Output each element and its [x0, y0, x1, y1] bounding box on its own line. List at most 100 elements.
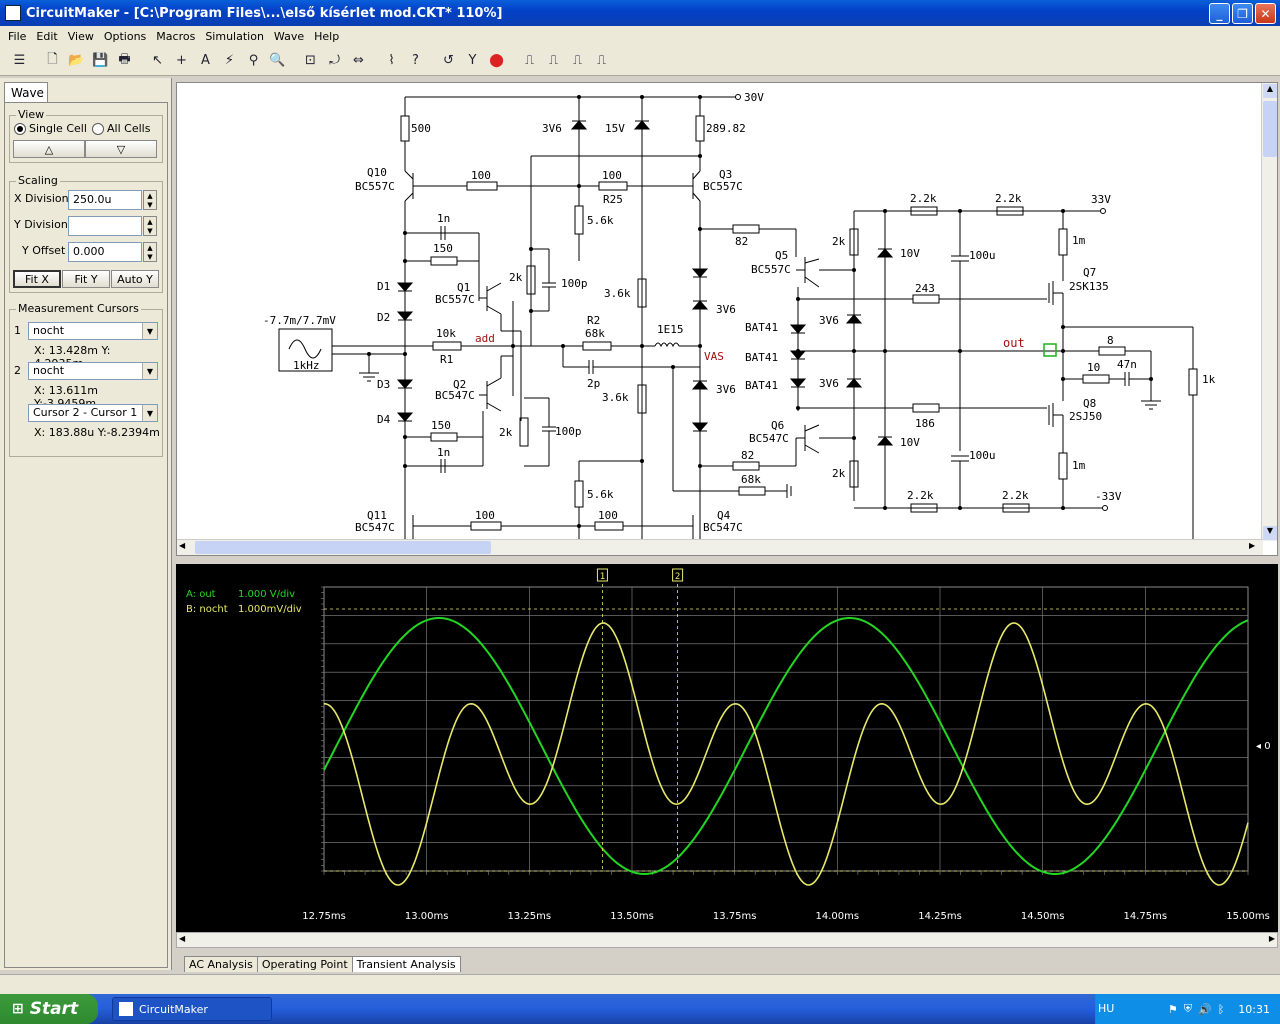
x-tick-label: 13.50ms	[610, 911, 654, 922]
waveform-horizontal-scrollbar[interactable]: ◀ ▶	[176, 932, 1278, 948]
view-down-button[interactable]: ▽	[85, 140, 157, 158]
svg-text:add: add	[475, 332, 495, 345]
schematic-vertical-scrollbar[interactable]: ▲ ▼	[1261, 83, 1277, 541]
fit-icon[interactable]: ⊡	[299, 50, 322, 72]
svg-text:Q8: Q8	[1083, 397, 1096, 410]
auto-y-button[interactable]: Auto Y	[111, 270, 159, 288]
scroll-right-icon[interactable]: ▶	[1249, 541, 1261, 554]
y-offset-input[interactable]: 0.000	[68, 242, 142, 262]
arrow-tool-icon[interactable]: ↖	[146, 50, 169, 72]
app-icon	[119, 1002, 133, 1016]
cursor2-index: 2	[14, 364, 21, 377]
security-icon[interactable]: ⛨	[1184, 1002, 1192, 1016]
language-indicator[interactable]: HU	[1098, 1002, 1114, 1015]
svg-text:100u: 100u	[969, 449, 996, 462]
mirror-icon[interactable]: ⇔	[347, 50, 370, 72]
fit-x-button[interactable]: Fit X	[13, 270, 61, 288]
x-division-input[interactable]: 250.0u	[68, 190, 142, 210]
bluetooth-icon[interactable]: ᛒ	[1218, 1003, 1225, 1016]
svg-text:3V6: 3V6	[819, 377, 839, 390]
tab-operating-point[interactable]: Operating Point	[256, 956, 353, 972]
print-icon[interactable]: 🖶	[113, 50, 136, 72]
svg-text:BAT41: BAT41	[745, 321, 778, 334]
save-icon[interactable]: 💾	[89, 50, 112, 72]
single-cell-radio[interactable]: Single Cell	[14, 122, 87, 135]
waveform-viewer[interactable]: A: out 1.000 V/div B: nocht 1.000mV/div …	[176, 564, 1278, 932]
y-offset-label: Y Offset	[22, 244, 66, 257]
waveform-icon[interactable]: ⎍	[566, 50, 589, 72]
y-division-input[interactable]	[68, 216, 142, 236]
wave-tool-icon[interactable]: ⌇	[380, 50, 403, 72]
svg-text:R25: R25	[603, 193, 623, 206]
stop-icon[interactable]: ⬤	[485, 50, 508, 72]
x-tick-label: 14.75ms	[1124, 911, 1168, 922]
bus-tool-icon[interactable]: ⚡	[218, 50, 241, 72]
menu-help[interactable]: Help	[309, 30, 344, 43]
parts-icon[interactable]: ☰	[8, 50, 31, 72]
x-tick-label: 13.25ms	[508, 911, 552, 922]
menu-simulation[interactable]: Simulation	[200, 30, 269, 43]
help-icon[interactable]: ?	[404, 50, 427, 72]
status-bar	[0, 974, 1280, 994]
tab-ac-analysis[interactable]: AC Analysis	[184, 956, 258, 972]
svg-text:-7.7m/7.7mV: -7.7m/7.7mV	[263, 314, 336, 327]
svg-text:3V6: 3V6	[716, 383, 736, 396]
menu-view[interactable]: View	[63, 30, 99, 43]
x-tick-label: 14.00ms	[816, 911, 860, 922]
fit-y-button[interactable]: Fit Y	[62, 270, 110, 288]
legend-a-name: A: out	[186, 589, 216, 600]
start-button[interactable]: ⊞ Start	[0, 994, 98, 1024]
open-folder-icon[interactable]: 📂	[65, 50, 88, 72]
scroll-down-icon[interactable]: ▼	[1263, 526, 1277, 540]
menu-edit[interactable]: Edit	[31, 30, 62, 43]
probe-tool-icon[interactable]: ⚲	[242, 50, 265, 72]
reset-icon[interactable]: ↺	[437, 50, 460, 72]
new-file-icon[interactable]: 🗋	[41, 50, 64, 72]
x-tick-label: 14.50ms	[1021, 911, 1065, 922]
view-up-button[interactable]: △	[13, 140, 85, 158]
menu-wave[interactable]: Wave	[269, 30, 309, 43]
volume-icon[interactable]: 🔊	[1198, 1003, 1212, 1016]
scope-icon[interactable]: ⎍	[542, 50, 565, 72]
close-button[interactable]: ✕	[1255, 3, 1276, 24]
minimize-button[interactable]: _	[1209, 3, 1230, 24]
menu-macros[interactable]: Macros	[151, 30, 200, 43]
y-offset-spinner[interactable]: ▲ ▼	[143, 242, 157, 262]
scroll-left-icon[interactable]: ◀	[179, 934, 185, 943]
scroll-right-icon[interactable]: ▶	[1269, 934, 1275, 943]
menu-file[interactable]: File	[3, 30, 31, 43]
svg-text:100u: 100u	[969, 249, 996, 262]
step-icon[interactable]: Y	[461, 50, 484, 72]
trace-icon[interactable]: ⎍	[518, 50, 541, 72]
menu-options[interactable]: Options	[99, 30, 151, 43]
view-group: View Single Cell All Cells △ ▽	[9, 108, 163, 163]
svg-text:1n: 1n	[437, 446, 450, 459]
tab-wave[interactable]: Wave	[4, 82, 48, 102]
cursor2-node-select[interactable]: nocht ▼	[28, 362, 158, 380]
analysis-icon[interactable]: ⎍	[590, 50, 613, 72]
restore-button[interactable]: ❐	[1232, 3, 1253, 24]
schematic-horizontal-scrollbar[interactable]: ◀ ▶	[177, 539, 1263, 555]
svg-text:10: 10	[1087, 361, 1100, 374]
x-tick-label: 12.75ms	[302, 911, 346, 922]
svg-text:2.2k: 2.2k	[995, 192, 1022, 205]
clock[interactable]: 10:31	[1238, 1003, 1270, 1016]
taskbar-circuitmaker[interactable]: CircuitMaker	[112, 997, 272, 1021]
cursor1-node-select[interactable]: nocht ▼	[28, 322, 158, 340]
tab-transient-analysis[interactable]: Transient Analysis	[351, 956, 461, 972]
x-division-spinner[interactable]: ▲ ▼	[143, 190, 157, 210]
schematic-canvas[interactable]: 30V 33V -33V 500 3V6 15V 289.82 Q10 BC55…	[176, 82, 1278, 556]
text-tool-icon[interactable]: A	[194, 50, 217, 72]
all-cells-radio[interactable]: All Cells	[92, 122, 150, 135]
zoom-tool-icon[interactable]: 🔍	[266, 50, 289, 72]
rotate-icon[interactable]: ⤾	[323, 50, 346, 72]
scroll-up-icon[interactable]: ▲	[1263, 84, 1277, 98]
wire-tool-icon[interactable]: +	[170, 50, 193, 72]
svg-text:2.2k: 2.2k	[1002, 489, 1029, 502]
y-division-spinner[interactable]: ▲ ▼	[143, 216, 157, 236]
svg-text:150: 150	[431, 419, 451, 432]
analysis-tabs: AC Analysis Operating Point Transient An…	[176, 954, 1278, 972]
scroll-left-icon[interactable]: ◀	[179, 541, 191, 554]
network-icon[interactable]: ⚑	[1168, 1003, 1178, 1016]
cursor-diff-select[interactable]: Cursor 2 - Cursor 1 ▼	[28, 404, 158, 422]
